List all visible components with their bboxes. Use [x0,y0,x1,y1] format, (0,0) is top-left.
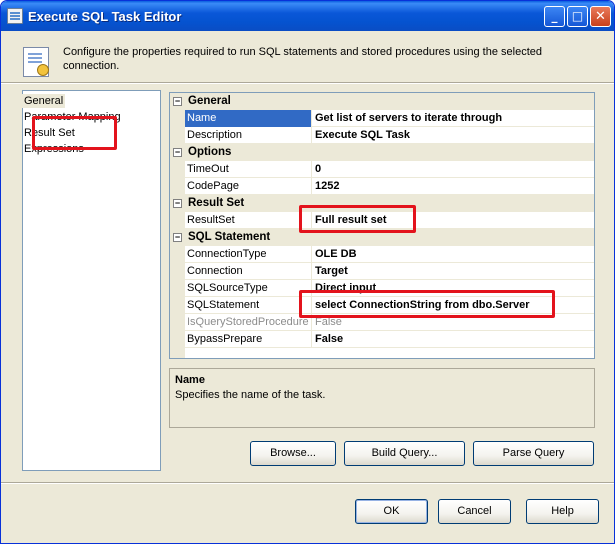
resultset-value-highlight-box [299,205,416,233]
property-row-connection[interactable]: Connection Target [170,263,594,280]
cancel-button[interactable]: Cancel [438,499,511,524]
property-value[interactable]: OLE DB [315,246,594,263]
window-app-icon [7,8,23,24]
category-label: SQL Statement [188,231,271,243]
property-value[interactable]: False [315,331,594,348]
property-value[interactable]: Execute SQL Task [315,127,594,144]
nav-item-general[interactable]: General [22,94,66,108]
collapse-icon[interactable]: − [173,199,182,208]
property-row-timeout[interactable]: TimeOut 0 [170,161,594,178]
collapse-icon[interactable]: − [173,233,182,242]
task-editor-icon [23,47,49,77]
category-general[interactable]: − General [170,93,594,110]
category-label: Result Set [188,197,245,209]
property-name: ResultSet [185,212,312,229]
maximize-button[interactable]: □ [567,6,588,27]
property-value[interactable]: Get list of servers to iterate through [315,110,594,127]
property-name: SQLSourceType [185,280,312,297]
header-separator [1,82,614,84]
description-text: Specifies the name of the task. [175,389,326,401]
ok-button[interactable]: OK [355,499,428,524]
property-row-bypassprepare[interactable]: BypassPrepare False [170,331,594,348]
footer-separator [1,482,614,484]
property-name: Description [185,127,312,144]
help-button[interactable]: Help [526,499,599,524]
property-name: TimeOut [185,161,312,178]
category-options[interactable]: − Options [170,144,594,161]
execute-sql-task-editor-window: Execute SQL Task Editor _ □ ✕ Configure … [0,0,615,544]
property-row-description[interactable]: Description Execute SQL Task [170,127,594,144]
collapse-icon[interactable]: − [173,97,182,106]
property-name: Name [185,110,312,127]
property-name: IsQueryStoredProcedure [185,314,312,331]
property-row-name[interactable]: Name Get list of servers to iterate thro… [170,110,594,127]
property-value[interactable]: 1252 [315,178,594,195]
header-description: Configure the properties required to run… [63,46,542,72]
property-description-panel: Name Specifies the name of the task. [169,368,595,428]
window-title: Execute SQL Task Editor [28,9,182,24]
property-name: BypassPrepare [185,331,312,348]
category-label: Options [188,146,232,158]
property-name: CodePage [185,178,312,195]
property-name: Connection [185,263,312,280]
parse-query-button[interactable]: Parse Query [473,441,594,466]
header-area: Configure the properties required to run… [1,31,614,83]
collapse-icon[interactable]: − [173,148,182,157]
build-query-button[interactable]: Build Query... [344,441,465,466]
property-row-connectiontype[interactable]: ConnectionType OLE DB [170,246,594,263]
property-row-codepage[interactable]: CodePage 1252 [170,178,594,195]
description-title: Name [175,374,205,386]
browse-button[interactable]: Browse... [250,441,336,466]
minimize-button[interactable]: _ [544,6,565,27]
result-set-highlight-box [32,116,117,150]
close-button[interactable]: ✕ [590,6,611,27]
title-bar[interactable]: Execute SQL Task Editor _ □ ✕ [1,1,614,31]
category-label: General [188,95,231,107]
property-value[interactable]: 0 [315,161,594,178]
property-name: ConnectionType [185,246,312,263]
property-name: SQLStatement [185,297,312,314]
property-value[interactable]: Target [315,263,594,280]
sqlstatement-value-highlight-box [299,290,555,318]
